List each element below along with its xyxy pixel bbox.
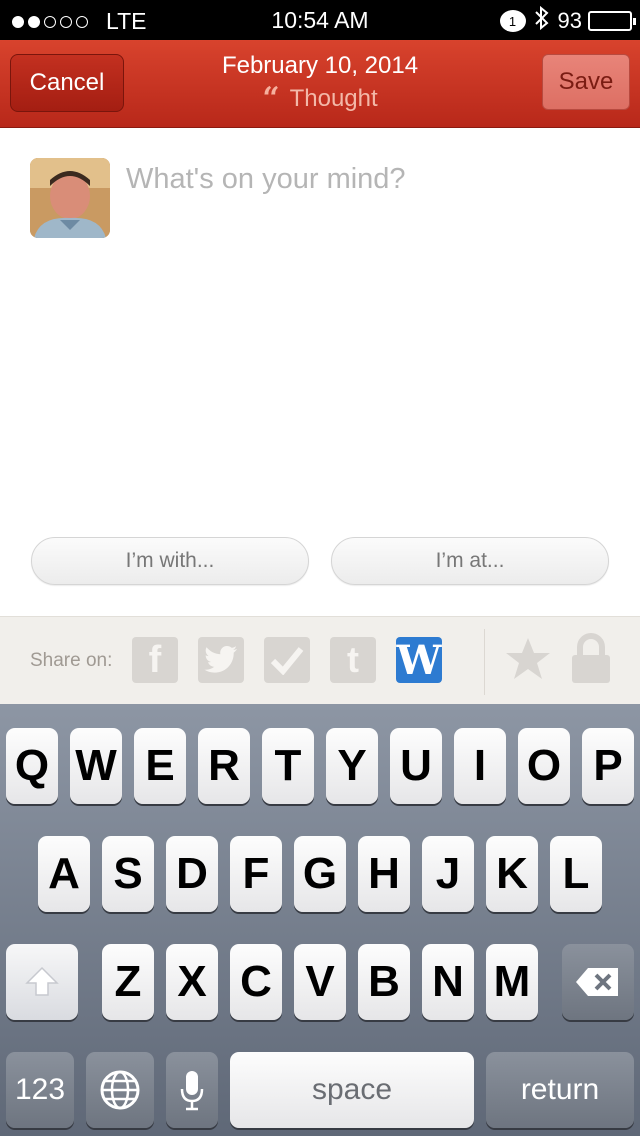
key-f[interactable]: F: [230, 836, 282, 912]
key-c[interactable]: C: [230, 944, 282, 1020]
battery-icon: [588, 11, 636, 31]
save-button[interactable]: Save: [542, 54, 630, 110]
key-v[interactable]: V: [294, 944, 346, 1020]
key-r[interactable]: R: [198, 728, 250, 804]
numbers-key[interactable]: 123: [6, 1052, 74, 1128]
key-p[interactable]: P: [582, 728, 634, 804]
thought-input[interactable]: What's on your mind?: [126, 163, 606, 196]
star-icon[interactable]: [504, 635, 552, 688]
key-a[interactable]: A: [38, 836, 90, 912]
quote-icon: “: [262, 81, 280, 116]
key-g[interactable]: G: [294, 836, 346, 912]
shift-icon: [25, 966, 59, 996]
key-k[interactable]: K: [486, 836, 538, 912]
im-with-button[interactable]: I’m with...: [31, 537, 309, 585]
share-label: Share on:: [30, 650, 113, 671]
entry-type-label: Thought: [289, 85, 378, 112]
lock-icon[interactable]: [570, 633, 612, 690]
share-bar: Share on: f t W: [0, 616, 640, 704]
checkin-icon[interactable]: [264, 637, 310, 683]
key-j[interactable]: J: [422, 836, 474, 912]
dictation-key[interactable]: [166, 1052, 218, 1128]
key-s[interactable]: S: [102, 836, 154, 912]
return-key[interactable]: return: [486, 1052, 634, 1128]
compose-area: What's on your mind? I’m with... I’m at.…: [0, 129, 640, 616]
keyboard: Q W E R T Y U I O P A S D F G H J K L Z …: [0, 704, 640, 1136]
key-l[interactable]: L: [550, 836, 602, 912]
key-y[interactable]: Y: [326, 728, 378, 804]
key-b[interactable]: B: [358, 944, 410, 1020]
key-o[interactable]: O: [518, 728, 570, 804]
key-e[interactable]: E: [134, 728, 186, 804]
wordpress-icon[interactable]: W: [396, 637, 442, 684]
key-d[interactable]: D: [166, 836, 218, 912]
key-n[interactable]: N: [422, 944, 474, 1020]
notification-badge: 1: [499, 10, 526, 32]
backspace-icon: [576, 968, 618, 996]
im-at-button[interactable]: I’m at...: [331, 537, 609, 585]
key-w[interactable]: W: [70, 728, 122, 804]
avatar: [30, 158, 110, 238]
cancel-button[interactable]: Cancel: [10, 54, 124, 112]
facebook-icon[interactable]: f: [132, 637, 178, 683]
globe-key[interactable]: [86, 1052, 154, 1128]
key-t[interactable]: T: [262, 728, 314, 804]
status-bar: LTE 10:54 AM 1 93: [0, 0, 640, 40]
nav-bar: February 10, 2014 “ Thought Cancel Save: [0, 40, 640, 128]
key-h[interactable]: H: [358, 836, 410, 912]
bluetooth-icon: [534, 5, 550, 36]
twitter-icon[interactable]: [198, 637, 244, 683]
tumblr-icon[interactable]: t: [330, 637, 376, 683]
share-divider: [484, 629, 485, 695]
key-x[interactable]: X: [166, 944, 218, 1020]
key-q[interactable]: Q: [6, 728, 58, 804]
globe-icon: [100, 1070, 140, 1110]
battery-percent: 93: [557, 8, 582, 33]
key-m[interactable]: M: [486, 944, 538, 1020]
delete-key[interactable]: [562, 944, 634, 1020]
key-z[interactable]: Z: [102, 944, 154, 1020]
shift-key[interactable]: [6, 944, 78, 1020]
microphone-icon: [180, 1071, 204, 1111]
space-key[interactable]: space: [230, 1052, 474, 1128]
key-i[interactable]: I: [454, 728, 506, 804]
key-u[interactable]: U: [390, 728, 442, 804]
